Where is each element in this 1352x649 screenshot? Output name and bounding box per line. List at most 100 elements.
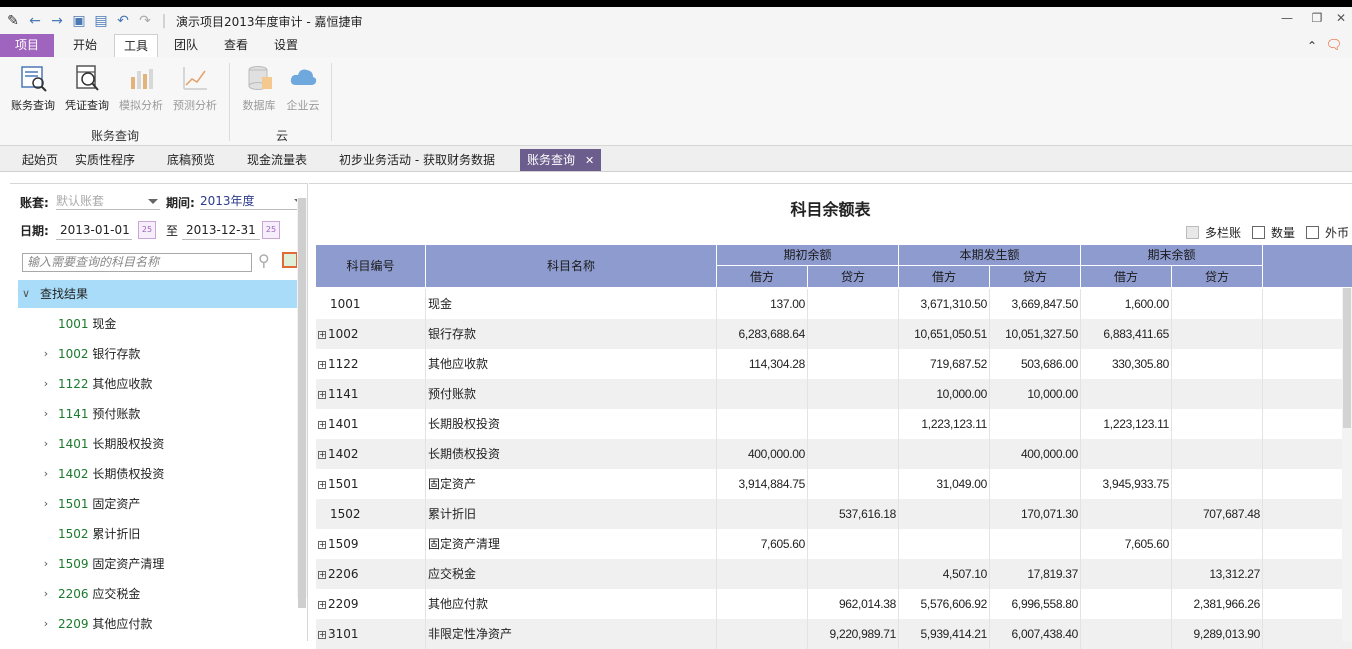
simulation-analysis-button[interactable]: 模拟分析 [114,63,168,113]
subject-search-input[interactable]: 输入需要查询的科目名称 [22,253,252,272]
expand-plus-icon[interactable]: + [318,450,326,459]
doctab-start-page[interactable]: 起始页 [22,149,58,171]
date-to-input[interactable]: 2013-12-31 [182,220,260,240]
col-header-period-credit[interactable]: 贷方 [990,266,1081,288]
sidebar-scroll-thumb[interactable] [298,198,306,608]
tree-root[interactable]: ∨ 查找结果 [18,280,298,308]
checkbox[interactable] [1186,226,1199,239]
account-set-select[interactable]: 默认账套 [56,192,160,210]
table-row[interactable]: +1002 银行存款 6,283,688.64 10,651,050.51 10,051… [316,319,1352,349]
foreign-currency-option[interactable]: 外币 [1306,224,1349,241]
doctab-cashflow[interactable]: 现金流量表 [247,149,307,171]
expand-plus-icon[interactable]: + [318,600,326,609]
checkbox[interactable] [1252,226,1265,239]
checkbox[interactable] [1306,226,1319,239]
doctab-draft-preview[interactable]: 底稿预览 [167,149,215,171]
tree-item[interactable]: 1001 现金 [18,310,298,338]
tree-item[interactable]: › 2209 其他应付款 [18,610,298,638]
enterprise-cloud-button[interactable]: 企业云 [276,63,330,113]
chevron-right-icon[interactable]: › [40,460,52,488]
ledger-query-button[interactable]: 账务查询 [6,63,60,113]
chevron-right-icon[interactable]: › [40,400,52,428]
expand-plus-icon[interactable]: + [318,630,326,639]
table-row[interactable]: +1509 固定资产清理 7,605.60 7,605.60 [316,529,1352,559]
expand-plus-icon[interactable]: + [318,480,326,489]
voucher-query-button[interactable]: 凭证查询 [60,63,114,113]
table-row[interactable]: +3101 非限定性净资产 9,220,989.71 5,939,414.21 6,00… [316,619,1352,649]
forward-arrow-icon[interactable]: → [48,12,66,30]
table-row[interactable]: 1502 累计折旧 537,616.18 170,071.30 707,687.48 [316,499,1352,529]
forecast-analysis-button[interactable]: 预测分析 [168,63,222,113]
tree-item[interactable]: › 1002 银行存款 [18,340,298,368]
table-row[interactable]: +1402 长期债权投资 400,000.00 400,000.00 [316,439,1352,469]
chevron-right-icon[interactable]: › [40,430,52,458]
tab-tools[interactable]: 工具 [114,34,158,58]
col-header-closing-credit[interactable]: 贷方 [1172,266,1263,288]
close-button[interactable]: ✕ [1330,11,1352,29]
date-from-input[interactable]: 2013-01-01 [56,220,132,240]
feedback-icon[interactable]: 🗨 [1324,36,1344,54]
tree-item[interactable]: › 1122 其他应收款 [18,370,298,398]
tree-item[interactable]: › 1401 长期股权投资 [18,430,298,458]
tab-team[interactable]: 团队 [164,34,208,57]
table-scroll-thumb[interactable] [1343,288,1351,428]
tab-project[interactable]: 项目 [0,34,54,57]
tab-settings[interactable]: 设置 [264,34,308,57]
expand-plus-icon[interactable]: + [318,330,326,339]
tree-item[interactable]: › 1141 预付账款 [18,400,298,428]
table-row[interactable]: +1141 预付账款 10,000.00 10,000.00 [316,379,1352,409]
table-row[interactable]: +2206 应交税金 4,507.10 17,819.37 13,312.27 [316,559,1352,589]
table-row[interactable]: 1001 现金 137.00 3,671,310.50 3,669,847.50 1,60… [316,289,1352,319]
quantity-option[interactable]: 数量 [1252,224,1295,241]
expand-plus-icon[interactable]: + [318,570,326,579]
tab-view[interactable]: 查看 [214,34,258,57]
col-header-closing-debit[interactable]: 借方 [1081,266,1172,288]
expand-plus-icon[interactable]: + [318,390,326,399]
table-row[interactable]: +2209 其他应付款 962,014.38 5,576,606.92 6,996,55… [316,589,1352,619]
expand-plus-icon[interactable]: + [318,360,326,369]
chevron-down-icon[interactable]: ∨ [20,280,32,308]
table-scrollbar[interactable] [1342,288,1352,642]
chevron-right-icon[interactable]: › [40,490,52,518]
redo-icon[interactable]: ↷ [136,12,154,30]
chevron-right-icon[interactable]: › [40,550,52,578]
back-arrow-icon[interactable]: ← [26,12,44,30]
calendar-icon[interactable]: 25 [138,221,156,239]
search-icon[interactable]: ⚲ [258,251,270,270]
col-header-period-debit[interactable]: 借方 [899,266,990,288]
save-icon[interactable]: ▣ [70,12,88,30]
tab-start[interactable]: 开始 [62,34,108,57]
close-tab-icon[interactable]: ✕ [585,154,594,167]
copy-icon[interactable] [282,252,298,268]
chevron-right-icon[interactable]: › [40,370,52,398]
expand-plus-icon[interactable]: + [318,540,326,549]
chevron-right-icon[interactable]: › [40,340,52,368]
save-all-icon[interactable]: ▤ [92,12,110,30]
minimize-button[interactable]: — [1276,11,1298,29]
expand-plus-icon[interactable]: + [318,420,326,429]
col-header-name[interactable]: 科目名称 [426,245,717,288]
doctab-ledger-query[interactable]: 账务查询 ✕ [520,149,602,171]
doctab-preliminary[interactable]: 初步业务活动 - 获取财务数据 [339,149,495,171]
tree-item[interactable]: 1502 累计折旧 [18,520,298,548]
chevron-right-icon[interactable]: › [40,610,52,638]
collapse-ribbon-icon[interactable]: ⌃ [1304,37,1320,55]
period-select[interactable]: 2013年度 [200,192,306,210]
table-row[interactable]: +1401 长期股权投资 1,223,123.11 1,223,123.11 [316,409,1352,439]
multicolumn-option[interactable]: 多栏账 [1186,224,1241,241]
sidebar-scrollbar[interactable] [297,198,307,608]
tree-item[interactable]: › 1509 固定资产清理 [18,550,298,578]
tree-item[interactable]: › 1501 固定资产 [18,490,298,518]
restore-button[interactable]: ❐ [1306,11,1328,29]
tree-item[interactable]: › 2206 应交税金 [18,580,298,608]
col-header-opening-debit[interactable]: 借方 [717,266,808,288]
calendar-icon[interactable]: 25 [262,221,280,239]
doctab-substantive[interactable]: 实质性程序 [75,149,135,171]
table-row[interactable]: +1501 固定资产 3,914,884.75 31,049.00 3,945,933.… [316,469,1352,499]
undo-icon[interactable]: ↶ [114,12,132,30]
tree-item[interactable]: › 1402 长期债权投资 [18,460,298,488]
chevron-right-icon[interactable]: › [40,580,52,608]
col-header-code[interactable]: 科目编号 [316,245,426,288]
col-header-opening-credit[interactable]: 贷方 [808,266,899,288]
table-row[interactable]: +1122 其他应收款 114,304.28 719,687.52 503,686.00… [316,349,1352,379]
